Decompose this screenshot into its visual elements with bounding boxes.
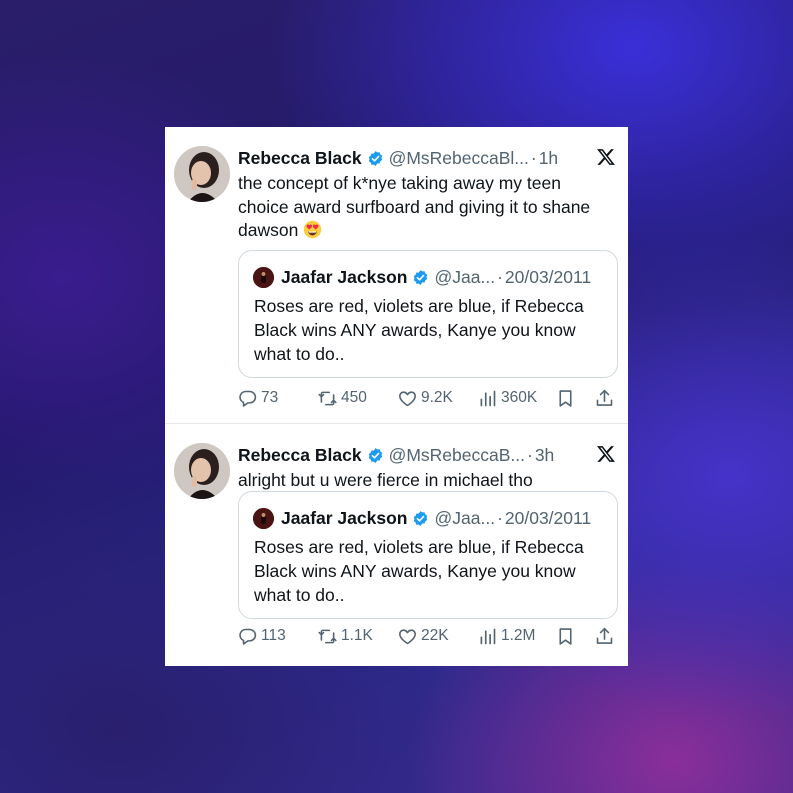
avatar[interactable] (174, 146, 230, 202)
separator: · (526, 445, 533, 465)
tweet-text: the concept of k*nye taking away my teen… (238, 172, 614, 243)
quote-avatar (253, 266, 274, 288)
separator: · (497, 267, 503, 287)
x-logo-icon (597, 446, 615, 462)
quote-author-handle[interactable]: @Jaa... (434, 266, 495, 288)
retweet-button[interactable]: 450 (317, 386, 367, 410)
quote-header: Jaafar Jackson @Jaa... · 20/03/2011 (253, 507, 607, 529)
verified-badge-icon (368, 447, 382, 463)
tweet-actions: 113 1.1K 22K 1.2M (237, 624, 616, 648)
quote-author-name[interactable]: Jaafar Jackson (281, 507, 407, 529)
author-handle[interactable]: @MsRebeccaB... (389, 444, 525, 466)
like-button[interactable]: 22K (397, 624, 449, 648)
bookmark-icon (559, 627, 572, 645)
tweet-text-content: the concept of k*nye taking away my teen… (238, 173, 591, 240)
quoted-tweet[interactable]: Jaafar Jackson @Jaa... · 20/03/2011 Rose… (238, 250, 618, 378)
bookmark-button[interactable] (555, 624, 576, 648)
tweet-time[interactable]: 1h (539, 147, 558, 169)
quote-text: Roses are red, violets are blue, if Rebe… (254, 296, 584, 364)
share-button[interactable] (594, 386, 615, 410)
tweet-time[interactable]: 3h (535, 444, 554, 466)
heart-icon (399, 390, 416, 406)
tweet[interactable]: Rebecca Black @MsRebeccaB... · 3h alrigh… (165, 424, 628, 666)
share-icon (596, 389, 613, 406)
quote-avatar (253, 507, 274, 529)
reply-count: 73 (261, 389, 279, 406)
views-count: 360K (501, 389, 538, 406)
author-handle[interactable]: @MsRebeccaBl... (389, 147, 529, 169)
verified-badge-icon (368, 150, 382, 166)
screenshot-card: Rebecca Black @MsRebeccaBl... · 1h the c… (165, 127, 628, 666)
retweet-icon (318, 629, 337, 643)
reply-icon (239, 628, 257, 645)
reply-button[interactable]: 113 (237, 624, 286, 648)
heart-icon (399, 628, 416, 644)
quote-date[interactable]: 20/03/2011 (505, 266, 591, 288)
avatar[interactable] (174, 443, 230, 499)
retweet-icon (318, 391, 337, 405)
bookmark-icon (559, 389, 572, 407)
share-button[interactable] (594, 624, 615, 648)
separator: · (530, 148, 537, 168)
bookmark-button[interactable] (555, 386, 576, 410)
tweet-text: alright but u were fierce in michael tho (238, 470, 533, 490)
like-button[interactable]: 9.2K (397, 386, 453, 410)
views-chart-icon (480, 390, 496, 406)
views-count: 1.2M (501, 627, 536, 644)
heart-eyes-emoji-icon (303, 220, 322, 239)
tweet-actions: 73 450 9.2K 360K (237, 386, 616, 410)
quote-date[interactable]: 20/03/2011 (505, 507, 591, 529)
views-chart-icon (480, 628, 496, 644)
reply-count: 113 (261, 627, 286, 644)
quote-author-handle[interactable]: @Jaa... (434, 507, 495, 529)
tweet[interactable]: Rebecca Black @MsRebeccaBl... · 1h the c… (165, 127, 628, 424)
quote-header: Jaafar Jackson @Jaa... · 20/03/2011 (253, 266, 607, 288)
quote-text: Roses are red, violets are blue, if Rebe… (254, 537, 584, 605)
quoted-tweet[interactable]: Jaafar Jackson @Jaa... · 20/03/2011 Rose… (238, 491, 618, 619)
x-logo-icon (597, 149, 615, 165)
views-button[interactable]: 360K (477, 386, 537, 410)
reply-button[interactable]: 73 (237, 386, 278, 410)
like-count: 9.2K (421, 389, 453, 406)
separator: · (497, 508, 503, 528)
verified-badge-icon (414, 269, 428, 285)
views-button[interactable]: 1.2M (477, 624, 535, 648)
verified-badge-icon (414, 510, 428, 526)
author-name[interactable]: Rebecca Black (238, 444, 362, 466)
retweet-count: 450 (341, 389, 367, 406)
like-count: 22K (421, 627, 449, 644)
retweet-count: 1.1K (341, 627, 373, 644)
quote-author-name[interactable]: Jaafar Jackson (281, 266, 407, 288)
tweet-header: Rebecca Black @MsRebeccaBl... · 1h (238, 147, 586, 169)
tweet-header: Rebecca Black @MsRebeccaB... · 3h (238, 444, 586, 466)
author-name[interactable]: Rebecca Black (238, 147, 362, 169)
retweet-button[interactable]: 1.1K (317, 624, 373, 648)
reply-icon (239, 390, 257, 407)
share-icon (596, 627, 613, 644)
